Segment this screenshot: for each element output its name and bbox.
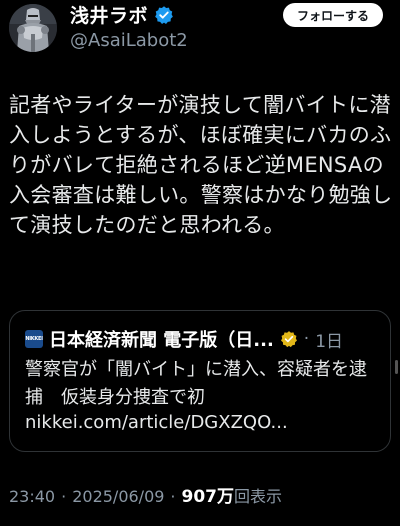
view-count-suffix: 回表示	[234, 487, 283, 506]
blue-verified-icon	[155, 5, 173, 24]
meta-dot: ·	[61, 487, 67, 506]
scrollbar[interactable]	[395, 360, 398, 374]
quoted-link[interactable]: nikkei.com/article/DGXZQO...	[25, 412, 288, 433]
knight-armor-icon	[9, 4, 57, 52]
tweet-text: 記者やライターが演技して闇バイトに潜入しようとするが、ほぼ確実にバカのふりがバレ…	[9, 93, 393, 237]
avatar[interactable]	[9, 4, 57, 52]
quoted-separator: ·	[303, 329, 310, 349]
nikkei-logo-icon: NIKKEI	[25, 330, 43, 348]
quoted-tweet-card[interactable]: NIKKEI 日本経済新聞 電子版（日... · 1日 警察官が「闇バイト」に潜…	[9, 310, 391, 452]
tweet-time[interactable]: 23:40	[9, 487, 55, 506]
view-count: 907万	[181, 487, 235, 507]
tweet-header: 浅井ラボ @AsaiLabot2 フォローする	[0, 0, 400, 62]
display-name-row[interactable]: 浅井ラボ	[70, 1, 174, 28]
tweet-date[interactable]: 2025/06/09	[72, 487, 164, 506]
quoted-source-row: NIKKEI 日本経済新聞 電子版（日... · 1日	[25, 326, 380, 352]
display-name[interactable]: 浅井ラボ	[70, 1, 148, 28]
gold-verified-icon	[280, 331, 297, 348]
meta-dot-2: ·	[170, 487, 176, 506]
quoted-body-text: 警察官が「闇バイト」に潜入、容疑者を逮捕 仮装身分捜査で初	[25, 359, 367, 408]
quoted-time: 1日	[315, 331, 344, 352]
tweet-meta: 23:40 · 2025/06/09 · 907万 回表示	[9, 482, 282, 507]
follow-button[interactable]: フォローする	[283, 3, 383, 27]
user-handle[interactable]: @AsaiLabot2	[70, 30, 188, 51]
nikkei-logo-text: NIKKEI	[25, 336, 43, 342]
quoted-author-name: 日本経済新聞 電子版（日...	[49, 330, 274, 351]
